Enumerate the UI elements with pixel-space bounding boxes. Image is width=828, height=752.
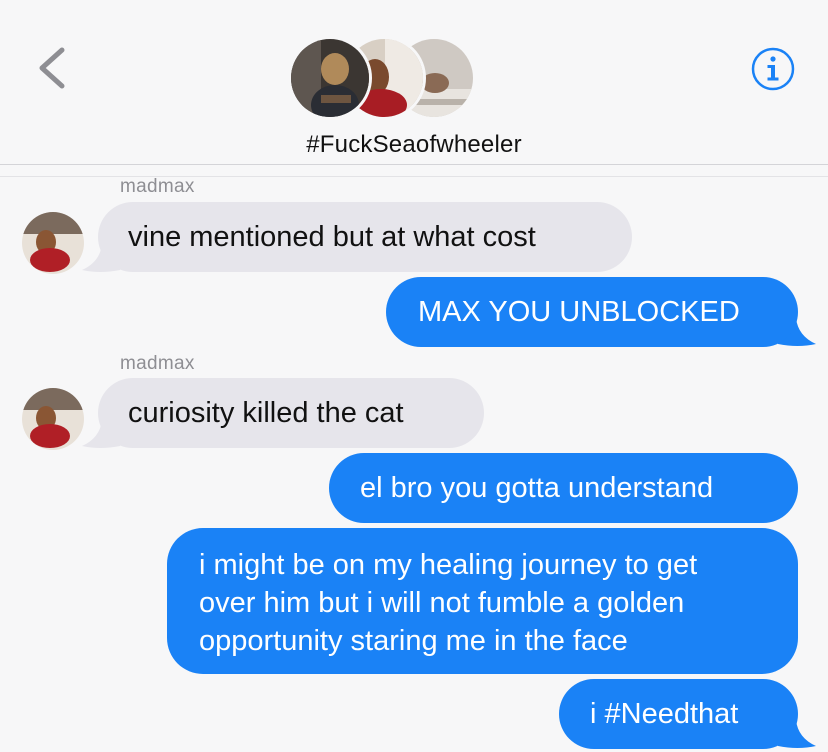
message-bubble-outgoing[interactable]: MAX YOU UNBLOCKED xyxy=(386,277,798,347)
message-line: i might be on my healing journey to get xyxy=(199,549,698,581)
message-bubble-outgoing[interactable]: el bro you gotta understand xyxy=(329,453,798,523)
sender-avatar[interactable] xyxy=(22,212,84,274)
conversation-header: #FuckSeaofwheeler xyxy=(0,0,828,165)
sender-name: madmax xyxy=(120,176,195,197)
group-avatar-1 xyxy=(288,36,372,120)
info-circle-icon xyxy=(751,47,795,91)
info-button[interactable] xyxy=(750,46,796,92)
back-button[interactable] xyxy=(30,44,74,92)
group-title[interactable]: #FuckSeaofwheeler xyxy=(0,131,828,159)
message-line: over him but i will not fumble a golden xyxy=(199,587,685,619)
message-bubble-outgoing[interactable]: i #Needthat xyxy=(559,679,798,749)
message-bubble-outgoing[interactable]: i might be on my healing journey to get … xyxy=(167,528,798,674)
group-avatars[interactable] xyxy=(288,36,480,122)
chevron-left-icon xyxy=(39,47,65,89)
sender-avatar[interactable] xyxy=(22,388,84,450)
sender-name: madmax xyxy=(120,353,195,374)
message-bubble-incoming[interactable]: vine mentioned but at what cost xyxy=(98,202,632,272)
message-bubble-incoming[interactable]: curiosity killed the cat xyxy=(98,378,484,448)
message-line: opportunity staring me in the face xyxy=(199,625,628,657)
